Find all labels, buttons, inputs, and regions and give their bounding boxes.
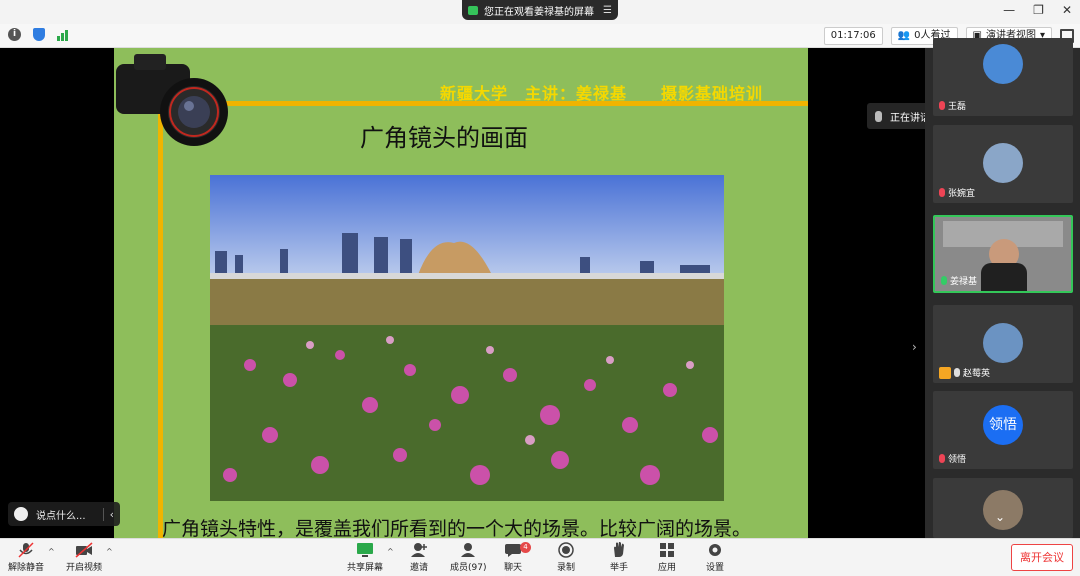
chevron-up-icon[interactable]: ^ bbox=[106, 547, 113, 556]
video-off-icon bbox=[75, 542, 93, 558]
signal-icon[interactable] bbox=[57, 29, 68, 41]
participant-tile-active-speaker[interactable]: 姜禄基 bbox=[933, 215, 1073, 293]
host-icon bbox=[939, 366, 951, 379]
share-label: 共享屏幕 bbox=[347, 563, 384, 573]
bottom-control-bar: 解除静音 ^ 开启视频 ^ 共享屏幕 ^ 邀请 成员(97) 聊天 4 录制 举… bbox=[0, 538, 1080, 576]
chevron-right-icon[interactable]: › bbox=[912, 340, 917, 354]
members-label: 成员(97) bbox=[450, 563, 487, 573]
participant-panel: 王磊 张婉宜 姜禄基 赵莓英 领悟 领悟 ⌄ bbox=[925, 38, 1080, 538]
chevron-up-icon[interactable]: ^ bbox=[48, 547, 55, 556]
chat-badge: 4 bbox=[520, 542, 531, 553]
participant-tile[interactable]: 王磊 bbox=[933, 38, 1073, 116]
people-icon: 👥 bbox=[897, 30, 911, 41]
avatar-text: 领悟 bbox=[983, 405, 1023, 445]
chat-icon bbox=[505, 544, 521, 557]
emoji-icon[interactable] bbox=[14, 507, 28, 521]
raise-hand-button[interactable]: 举手 bbox=[610, 542, 628, 573]
info-icon[interactable]: i bbox=[8, 28, 21, 41]
meeting-timer: 01:17:06 bbox=[823, 27, 883, 45]
start-video-button[interactable]: 开启视频 bbox=[66, 542, 102, 573]
apps-label: 应用 bbox=[658, 563, 677, 573]
participant-tile[interactable]: 张婉宜 bbox=[933, 125, 1073, 203]
share-status-pill[interactable]: 您正在观看姜禄基的屏幕 ☰ bbox=[462, 0, 618, 20]
video-label: 开启视频 bbox=[66, 563, 103, 573]
add-user-icon bbox=[411, 543, 427, 557]
participant-name: 姜禄基 bbox=[950, 277, 978, 287]
leave-meeting-button[interactable]: 离开会议 bbox=[1011, 544, 1073, 571]
shared-screen-area: 新疆大学 主讲：姜禄基 摄影基础培训 广角镜头的画面 广角镜头特性，是覆盖我们所… bbox=[0, 48, 1059, 576]
record-icon bbox=[558, 542, 574, 558]
participant-name: 赵莓英 bbox=[963, 369, 991, 379]
window-controls: — ❐ ✕ bbox=[1003, 3, 1072, 17]
apps-icon bbox=[660, 543, 674, 557]
invite-label: 邀请 bbox=[410, 563, 429, 573]
close-icon[interactable]: ✕ bbox=[1062, 3, 1072, 17]
share-status-text: 您正在观看姜禄基的屏幕 bbox=[484, 6, 594, 18]
menu-icon[interactable]: ☰ bbox=[603, 5, 612, 16]
hand-icon bbox=[614, 542, 624, 557]
restore-icon[interactable]: ❐ bbox=[1033, 3, 1044, 17]
chat-placeholder: 说点什么... bbox=[36, 510, 86, 522]
participant-tile[interactable]: 领悟 领悟 bbox=[933, 391, 1073, 469]
avatar bbox=[983, 143, 1023, 183]
participant-name: 王磊 bbox=[948, 102, 967, 112]
avatar bbox=[983, 323, 1023, 363]
slide-gold-bar-vertical bbox=[158, 101, 163, 538]
shield-icon[interactable] bbox=[33, 28, 45, 41]
participant-name: 张婉宜 bbox=[948, 189, 976, 199]
invite-button[interactable]: 邀请 bbox=[410, 542, 428, 573]
settings-label: 设置 bbox=[706, 563, 725, 573]
share-screen-icon bbox=[357, 543, 373, 557]
chat-input-pill[interactable]: 说点什么... ‹ bbox=[8, 502, 120, 526]
minimize-icon[interactable]: — bbox=[1003, 3, 1015, 17]
share-screen-button[interactable]: 共享屏幕 bbox=[347, 542, 383, 573]
chat-label: 聊天 bbox=[504, 563, 523, 573]
mic-muted-icon bbox=[939, 101, 945, 110]
chevron-left-icon[interactable]: ‹ bbox=[102, 507, 114, 521]
title-bar: 您正在观看姜禄基的屏幕 ☰ — ❐ ✕ bbox=[0, 0, 1080, 24]
chevron-down-icon[interactable]: ⌄ bbox=[995, 510, 1005, 524]
record-label: 录制 bbox=[557, 563, 576, 573]
apps-button[interactable]: 应用 bbox=[658, 542, 676, 573]
participant-tile[interactable]: 赵莓英 bbox=[933, 305, 1073, 383]
wide-angle-photo bbox=[210, 175, 724, 501]
slide-title: 广角镜头的画面 bbox=[360, 124, 528, 152]
avatar bbox=[983, 44, 1023, 84]
participant-name: 领悟 bbox=[948, 455, 967, 465]
participant-tile[interactable]: ⌄ bbox=[933, 478, 1073, 538]
members-button[interactable]: 成员(97) bbox=[450, 542, 486, 573]
screen-share-icon bbox=[468, 5, 478, 15]
microphone-icon bbox=[954, 368, 960, 377]
slide-caption: 广角镜头特性，是覆盖我们所看到的一个大的场景。比较广阔的场景。 bbox=[162, 518, 752, 538]
record-button[interactable]: 录制 bbox=[557, 542, 575, 573]
members-icon bbox=[461, 543, 476, 557]
mic-muted-icon bbox=[18, 542, 34, 558]
settings-button[interactable]: 设置 bbox=[706, 542, 724, 573]
mic-on-icon bbox=[941, 276, 947, 285]
chevron-up-icon[interactable]: ^ bbox=[387, 547, 394, 556]
slide-header: 新疆大学 主讲：姜禄基 摄影基础培训 bbox=[440, 84, 764, 103]
camera-image bbox=[116, 54, 228, 146]
raise-hand-label: 举手 bbox=[610, 563, 629, 573]
gear-icon bbox=[709, 544, 721, 556]
meeting-toolbar: i 01:17:06 👥 0人着过 ▣ 演讲者视图 ▾ bbox=[0, 24, 1080, 48]
presentation-slide: 新疆大学 主讲：姜禄基 摄影基础培训 广角镜头的画面 广角镜头特性，是覆盖我们所… bbox=[114, 48, 808, 538]
mic-muted-icon bbox=[939, 188, 945, 197]
mic-muted-icon bbox=[939, 454, 945, 463]
unmute-label: 解除静音 bbox=[8, 563, 45, 573]
microphone-icon bbox=[875, 110, 882, 122]
unmute-button[interactable]: 解除静音 bbox=[8, 542, 44, 573]
